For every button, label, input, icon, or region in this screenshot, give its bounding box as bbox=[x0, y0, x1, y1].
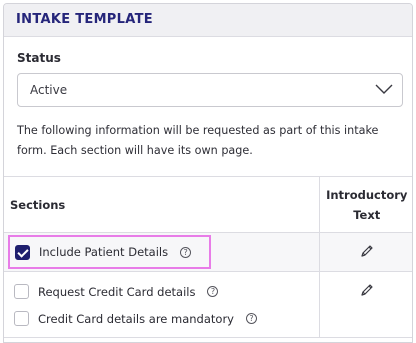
intro-header-line1: Introductory bbox=[326, 187, 408, 202]
credit-card-cell: Request Credit Card details ? Credit Car… bbox=[4, 271, 320, 338]
patient-details-edit-cell bbox=[318, 232, 412, 272]
highlight-box: Include Patient Details ? bbox=[8, 235, 211, 269]
table-row: Include Patient Details ? bbox=[4, 232, 412, 272]
credit-card-edit-cell bbox=[318, 271, 412, 338]
request-credit-card-checkbox[interactable] bbox=[14, 284, 29, 299]
status-select-value: Active bbox=[30, 83, 68, 97]
intro-header-line2: Text bbox=[353, 207, 381, 222]
question-circle-icon[interactable]: ? bbox=[245, 313, 257, 324]
table-header-row: Sections Introductory Text bbox=[4, 176, 412, 233]
question-circle-icon[interactable]: ? bbox=[207, 286, 219, 297]
status-select[interactable]: Active bbox=[17, 73, 403, 107]
panel-title: INTAKE TEMPLATE bbox=[4, 4, 412, 37]
patient-details-cell: Include Patient Details ? bbox=[4, 232, 320, 272]
intake-description: The following information will be reques… bbox=[17, 124, 379, 157]
sections-header: Sections bbox=[4, 176, 320, 233]
include-patient-details-item[interactable]: Include Patient Details ? bbox=[15, 244, 192, 260]
question-circle-icon[interactable]: ? bbox=[180, 246, 192, 258]
include-patient-details-checkbox[interactable] bbox=[15, 244, 30, 260]
request-credit-card-label: Request Credit Card details bbox=[38, 284, 196, 299]
include-patient-details-label: Include Patient Details bbox=[39, 245, 169, 259]
intake-template-panel: INTAKE TEMPLATE Status Active The follow… bbox=[3, 3, 413, 343]
chevron-down-icon bbox=[375, 84, 393, 94]
sections-table: Sections Introductory Text Include Patie… bbox=[4, 176, 412, 338]
table-row: Request Credit Card details ? Credit Car… bbox=[4, 271, 412, 338]
pencil-icon[interactable] bbox=[359, 243, 375, 259]
request-credit-card-item[interactable]: Request Credit Card details ? bbox=[14, 284, 318, 299]
status-label: Status bbox=[17, 51, 61, 65]
pencil-icon[interactable] bbox=[359, 282, 375, 298]
introductory-text-header: Introductory Text bbox=[318, 176, 412, 233]
credit-card-mandatory-checkbox[interactable] bbox=[14, 311, 29, 326]
credit-card-mandatory-label: Credit Card details are mandatory bbox=[38, 311, 234, 326]
credit-card-mandatory-item[interactable]: Credit Card details are mandatory ? bbox=[14, 311, 318, 326]
